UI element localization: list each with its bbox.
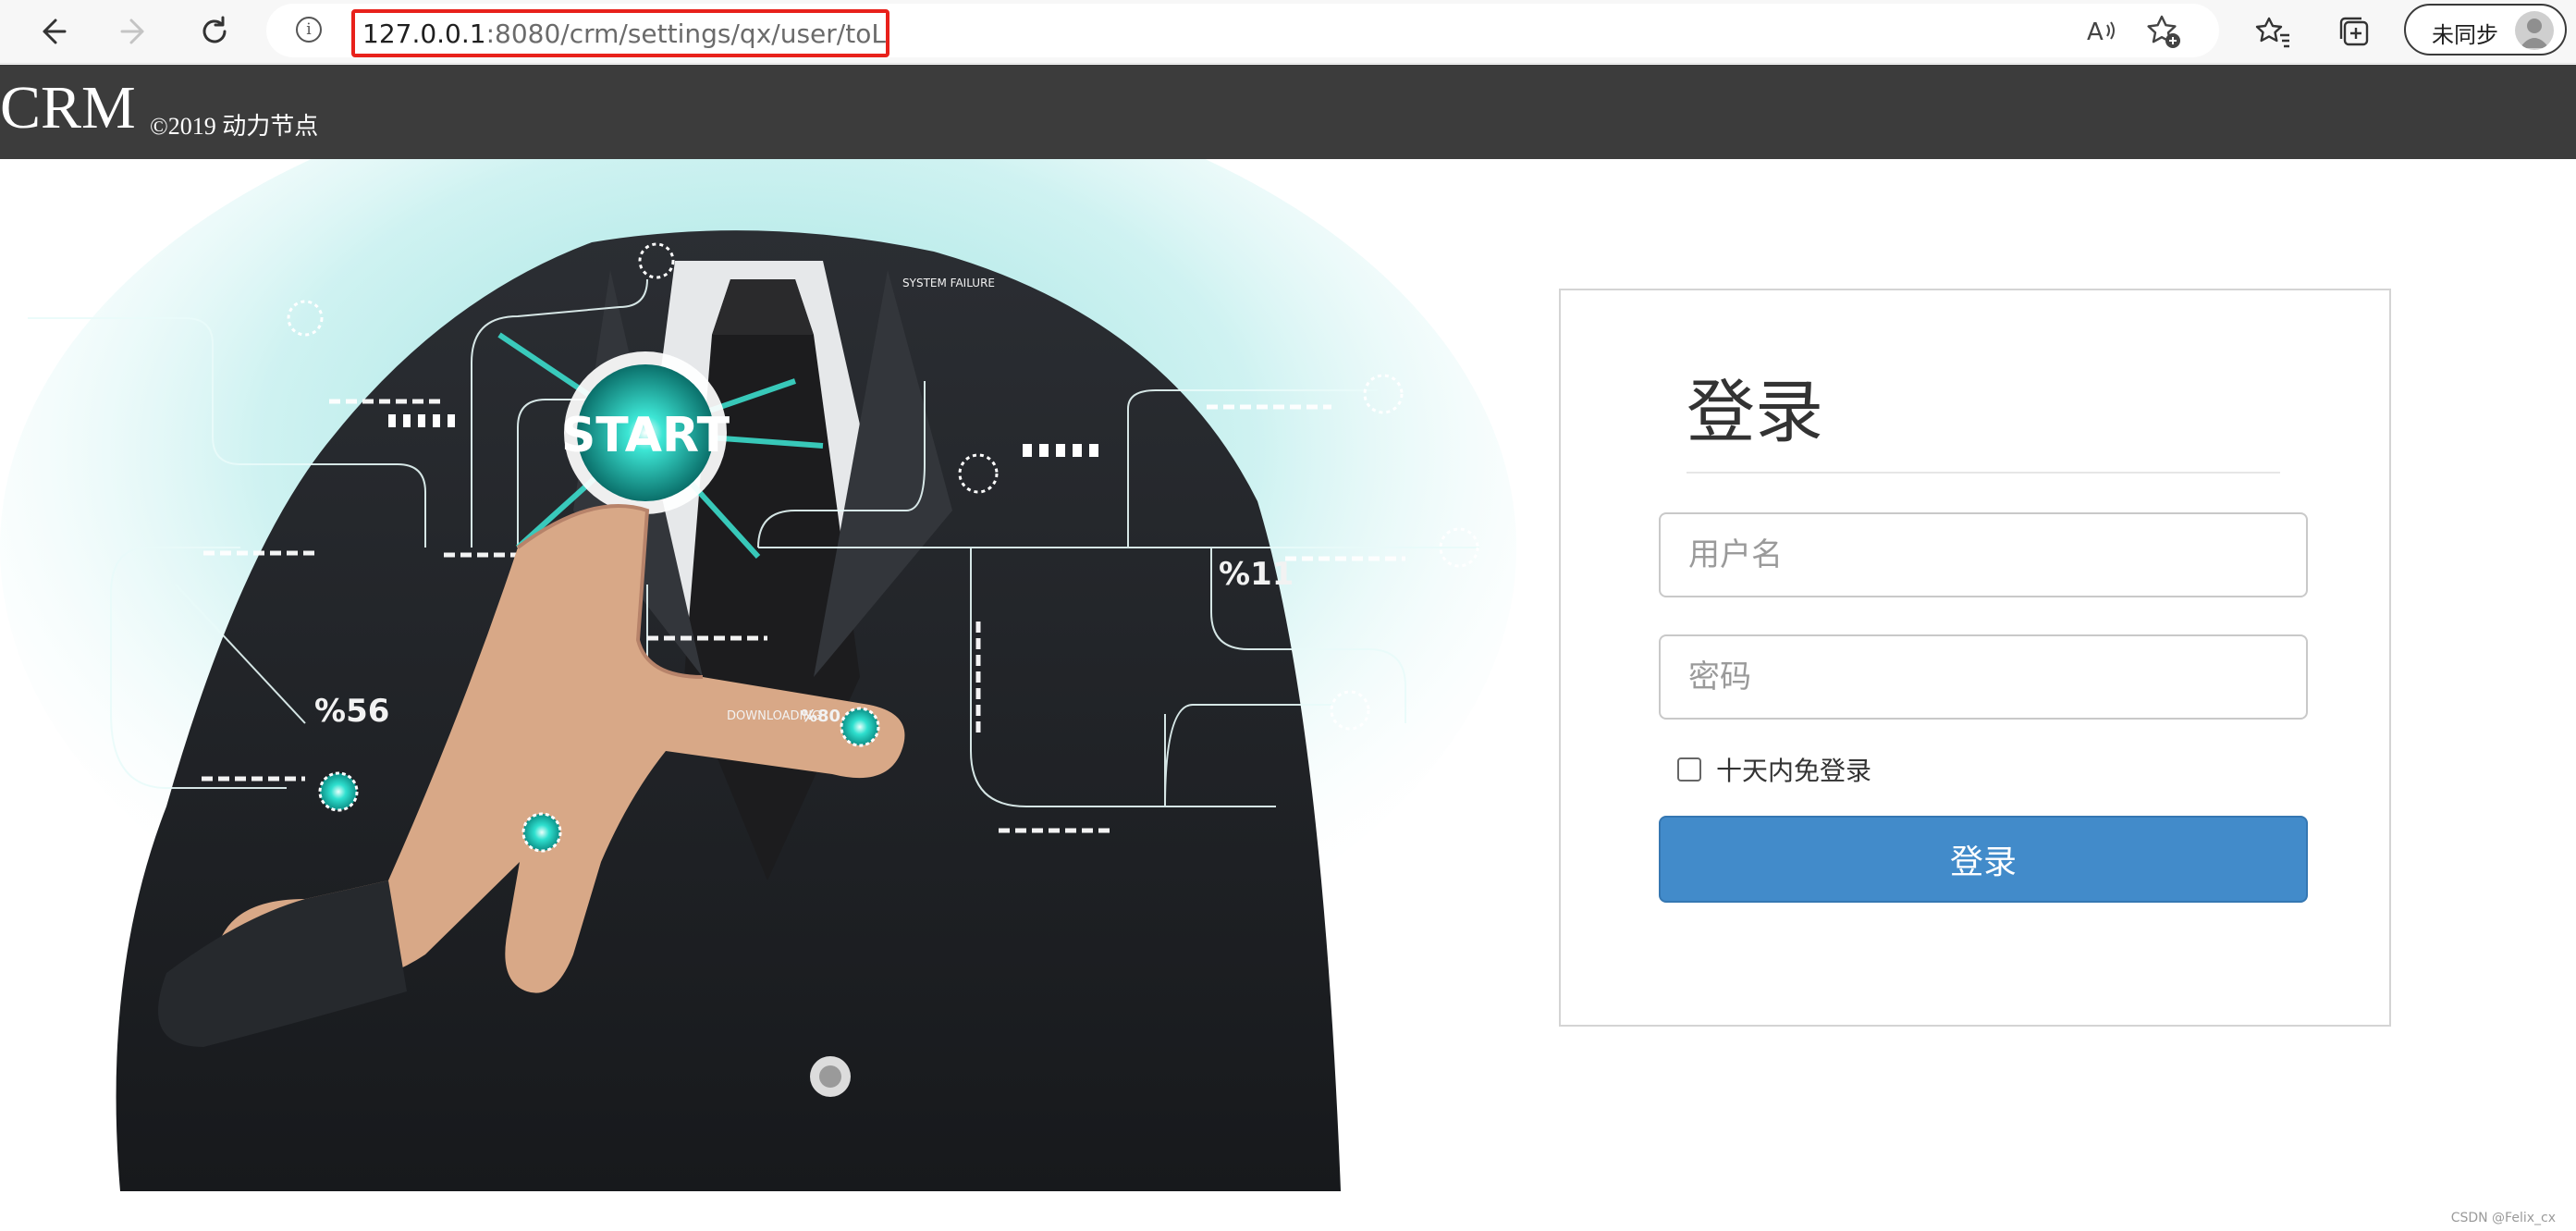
read-aloud-icon[interactable]: A: [2082, 11, 2123, 52]
start-label: START: [561, 408, 730, 463]
remember-me-label[interactable]: 十天内免登录: [1716, 751, 1871, 788]
percent-label-56: %56: [314, 693, 389, 730]
login-panel: 登录 十天内免登录 登录: [1559, 289, 2391, 1027]
site-header: CRM ©2019 动力节点: [0, 65, 2576, 159]
brand-logo: CRM: [0, 74, 136, 142]
avatar-icon: [2515, 11, 2554, 50]
username-input[interactable]: [1659, 512, 2308, 597]
favorites-icon[interactable]: [2249, 7, 2297, 55]
collections-icon[interactable]: [2330, 7, 2378, 55]
browser-toolbar: i 127.0.0.1:8080/crm/settings/qx/user/to…: [0, 0, 2576, 64]
add-favorite-icon[interactable]: [2143, 11, 2184, 52]
address-bar[interactable]: i 127.0.0.1:8080/crm/settings/qx/user/to…: [266, 4, 2219, 57]
password-input[interactable]: [1659, 634, 2308, 720]
remember-me-row[interactable]: 十天内免登录: [1677, 751, 1871, 788]
sync-status-label: 未同步: [2432, 22, 2498, 48]
info-icon[interactable]: i: [296, 17, 322, 43]
url-host: 127.0.0.1: [362, 18, 486, 49]
copyright-text: ©2019 动力节点: [150, 113, 319, 140]
percent-label-80: %80: [801, 707, 840, 726]
system-failure-label: SYSTEM FAILURE: [902, 277, 995, 289]
login-button[interactable]: 登录: [1659, 816, 2308, 903]
sync-profile-button[interactable]: 未同步: [2404, 4, 2567, 55]
url-path: :8080/crm/settings/qx/user/toLogin.do: [485, 18, 886, 49]
remember-me-checkbox[interactable]: [1677, 757, 1701, 782]
reload-icon[interactable]: [190, 7, 239, 55]
forward-arrow-icon[interactable]: [111, 7, 159, 55]
url-field[interactable]: 127.0.0.1:8080/crm/settings/qx/user/toLo…: [351, 9, 889, 57]
login-title: 登录: [1687, 373, 1823, 452]
watermark-text: CSDN @Felix_cx: [2450, 1211, 2556, 1225]
percent-label-11: %11: [1219, 556, 1294, 593]
svg-text:A: A: [2087, 18, 2104, 46]
title-divider: [1687, 472, 2280, 474]
back-arrow-icon[interactable]: [28, 7, 76, 55]
hero-image: START %56 %11 DOWNLOADING %80 SYSTEM FAI…: [0, 67, 1516, 1192]
